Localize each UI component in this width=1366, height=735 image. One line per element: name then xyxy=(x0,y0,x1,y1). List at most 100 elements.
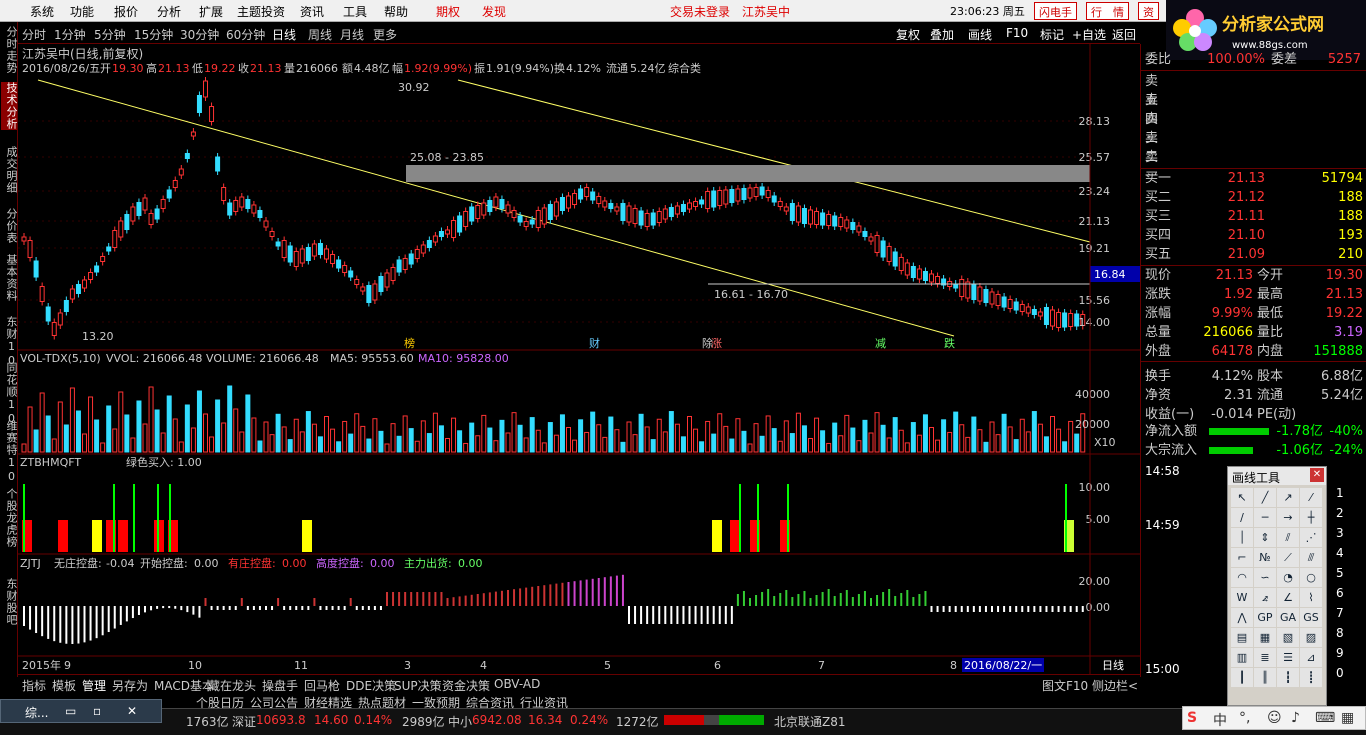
period-60min[interactable]: 60分钟 xyxy=(226,26,265,43)
vtab-guba[interactable]: 东财股吧 xyxy=(1,578,18,626)
vtab-weisaite[interactable]: 维赛特10 xyxy=(1,420,18,484)
draw-button[interactable]: 画线 xyxy=(968,26,992,43)
event-marker[interactable]: 榜 xyxy=(404,336,415,350)
restore-icon[interactable]: ▫ xyxy=(93,704,101,718)
menu-tools[interactable]: 工具 xyxy=(343,3,367,20)
arc-tool-icon[interactable]: ◠ xyxy=(1231,568,1253,587)
menu-quote[interactable]: 报价 xyxy=(114,3,138,20)
period-monthly[interactable]: 月线 xyxy=(340,26,364,43)
ime-mode[interactable]: 中 xyxy=(1213,710,1227,730)
box-tool-icon[interactable]: ▥ xyxy=(1231,648,1253,667)
ray-tool-icon[interactable]: ↗ xyxy=(1277,488,1299,507)
zigzag-tool-icon[interactable]: ⌇ xyxy=(1300,588,1322,607)
menu-analysis[interactable]: 分析 xyxy=(157,3,181,20)
market-button[interactable]: 行 情 xyxy=(1086,2,1129,20)
fence-tool-icon[interactable]: ┇ xyxy=(1277,668,1299,687)
columns-tool-icon[interactable]: ║ xyxy=(1254,668,1276,687)
period-15min[interactable]: 15分钟 xyxy=(134,26,173,43)
period-1min[interactable]: 1分钟 xyxy=(54,26,86,43)
bars-tool-icon[interactable]: ┃ xyxy=(1231,668,1253,687)
cursor-tool-icon[interactable]: ↖ xyxy=(1231,488,1253,507)
buy-row-3[interactable]: 买三 21.11 188 xyxy=(1141,207,1366,226)
skin-icon[interactable]: ▦ xyxy=(1341,710,1354,726)
minimize-icon[interactable]: ▭ xyxy=(65,704,76,718)
mark-button[interactable]: 标记 xyxy=(1040,26,1064,43)
adjust-button[interactable]: 复权 xyxy=(896,26,920,43)
count-tool-icon[interactable]: № xyxy=(1254,548,1276,567)
menu-theme-invest[interactable]: 主题投资 xyxy=(237,3,285,20)
drawing-tools-header[interactable]: 画线工具 ✕ xyxy=(1228,467,1326,485)
menu-options[interactable]: 期权 xyxy=(436,3,460,20)
slash-tool-icon[interactable]: ⟋ xyxy=(1277,548,1299,567)
status-server[interactable]: 北京联通Z81 xyxy=(774,713,846,730)
close-icon[interactable]: ✕ xyxy=(1310,468,1324,482)
fan-tool-icon[interactable]: ⋰ xyxy=(1300,528,1322,547)
vtab-trades[interactable]: 成交明细 xyxy=(1,146,18,194)
channel-tool-icon[interactable]: ⫽ xyxy=(1277,528,1299,547)
hline-tool-icon[interactable]: ─ xyxy=(1254,508,1276,527)
kline-chart[interactable]: 江苏吴中(日线,前复权) 2016/08/26/五 开 19.30 高 21.1… xyxy=(18,44,1140,674)
event-marker[interactable]: 跌 xyxy=(944,336,955,350)
vtab-basic-info[interactable]: 基本资料 xyxy=(1,254,18,302)
menu-function[interactable]: 功能 xyxy=(70,3,94,20)
cross-tool-icon[interactable]: ┼ xyxy=(1300,508,1322,527)
period-5min[interactable]: 5分钟 xyxy=(94,26,126,43)
punctuation-icon[interactable]: °, xyxy=(1239,710,1250,726)
buy-row-2[interactable]: 买二 21.12 188 xyxy=(1141,188,1366,207)
menu-help[interactable]: 帮助 xyxy=(384,3,408,20)
back-button[interactable]: 返回 xyxy=(1112,26,1136,43)
menu-extend[interactable]: 扩展 xyxy=(199,3,223,20)
hatch-tool-icon[interactable]: ▧ xyxy=(1277,628,1299,647)
vline-tool-icon[interactable]: │ xyxy=(1231,528,1253,547)
add-watchlist-button[interactable]: +自选 xyxy=(1072,26,1106,43)
ime-toolbar[interactable]: S 中 °, ☺ ♪ ⌨ ▦ xyxy=(1182,706,1366,730)
overlay-button[interactable]: 叠加 xyxy=(930,26,954,43)
period-timeshare[interactable]: 分时 xyxy=(22,26,46,43)
ga-tool-icon[interactable]: GA xyxy=(1277,608,1299,627)
sogou-icon[interactable]: S xyxy=(1187,710,1197,726)
period-30min[interactable]: 30分钟 xyxy=(180,26,219,43)
table-tool-icon[interactable]: ▦ xyxy=(1254,628,1276,647)
mic-icon[interactable]: ♪ xyxy=(1291,710,1300,726)
taskbar-button[interactable]: 综... ▭ ▫ ✕ xyxy=(0,699,162,723)
cycle-tool-icon[interactable]: ◔ xyxy=(1277,568,1299,587)
circle-tool-icon[interactable]: ○ xyxy=(1300,568,1322,587)
vtab-timeshare[interactable]: 分时走势 xyxy=(1,26,18,74)
wedge-tool-icon[interactable]: ⊿ xyxy=(1300,648,1322,667)
keyboard-icon[interactable]: ⌨ xyxy=(1315,710,1335,726)
comb-tool-icon[interactable]: ┋ xyxy=(1300,668,1322,687)
drawing-tools-window[interactable]: 画线工具 ✕ ↖ ╱ ↗ ⁄ ∕ ─ → ┼ │ ⇕ ⫽ ⋰ ⌐ № ⟋ ⫻ ◠ ∽ ◔ ○ W ⦨ ∠ ⌇ ⋀ GP… xyxy=(1227,466,1327,706)
buy-row-5[interactable]: 买五 21.09 210 xyxy=(1141,245,1366,264)
vtab-dragon-tiger[interactable]: 个股龙虎榜 xyxy=(1,488,18,548)
menu-system[interactable]: 系统 xyxy=(30,3,54,20)
f10-button[interactable]: F10 xyxy=(1006,26,1028,40)
grid-tool-icon[interactable]: ▤ xyxy=(1231,628,1253,647)
buy-row-1[interactable]: 买一 21.13 51794 xyxy=(1141,169,1366,188)
close-window-icon[interactable]: ✕ xyxy=(127,704,137,718)
line-tool-icon[interactable]: ╱ xyxy=(1254,488,1276,507)
mountain-tool-icon[interactable]: ⋀ xyxy=(1231,608,1253,627)
vtab-price-table[interactable]: 分价表 xyxy=(1,208,18,244)
fib-tool-icon[interactable]: ≣ xyxy=(1254,648,1276,667)
period-weekly[interactable]: 周线 xyxy=(308,26,332,43)
flash-trade-button[interactable]: 闪电手 xyxy=(1034,2,1077,20)
period-more[interactable]: 更多 xyxy=(373,26,397,43)
info-button[interactable]: 资 xyxy=(1138,2,1159,20)
bracket-tool-icon[interactable]: ⌐ xyxy=(1231,548,1253,567)
period-daily[interactable]: 日线 xyxy=(272,26,296,43)
dots-tool-icon[interactable]: ▨ xyxy=(1300,628,1322,647)
event-marker[interactable]: 减 xyxy=(875,337,886,350)
segment-tool-icon[interactable]: ⁄ xyxy=(1300,488,1322,507)
price-tool-icon[interactable]: ⇕ xyxy=(1254,528,1276,547)
emoji-icon[interactable]: ☺ xyxy=(1267,710,1282,726)
double-slash-tool-icon[interactable]: ⫻ xyxy=(1300,548,1322,567)
wave-tool-icon[interactable]: W xyxy=(1231,588,1253,607)
gann-tool-icon[interactable]: ⦨ xyxy=(1254,588,1276,607)
menu-discover[interactable]: 发现 xyxy=(482,3,506,20)
levels-tool-icon[interactable]: ☰ xyxy=(1277,648,1299,667)
vtab-dongcai[interactable]: 东财10 xyxy=(1,316,18,368)
vtab-tonghuashun[interactable]: 同花顺10 xyxy=(1,362,18,426)
login-status[interactable]: 交易未登录 xyxy=(670,3,730,20)
arrow-tool-icon[interactable]: → xyxy=(1277,508,1299,527)
curve-tool-icon[interactable]: ∽ xyxy=(1254,568,1276,587)
